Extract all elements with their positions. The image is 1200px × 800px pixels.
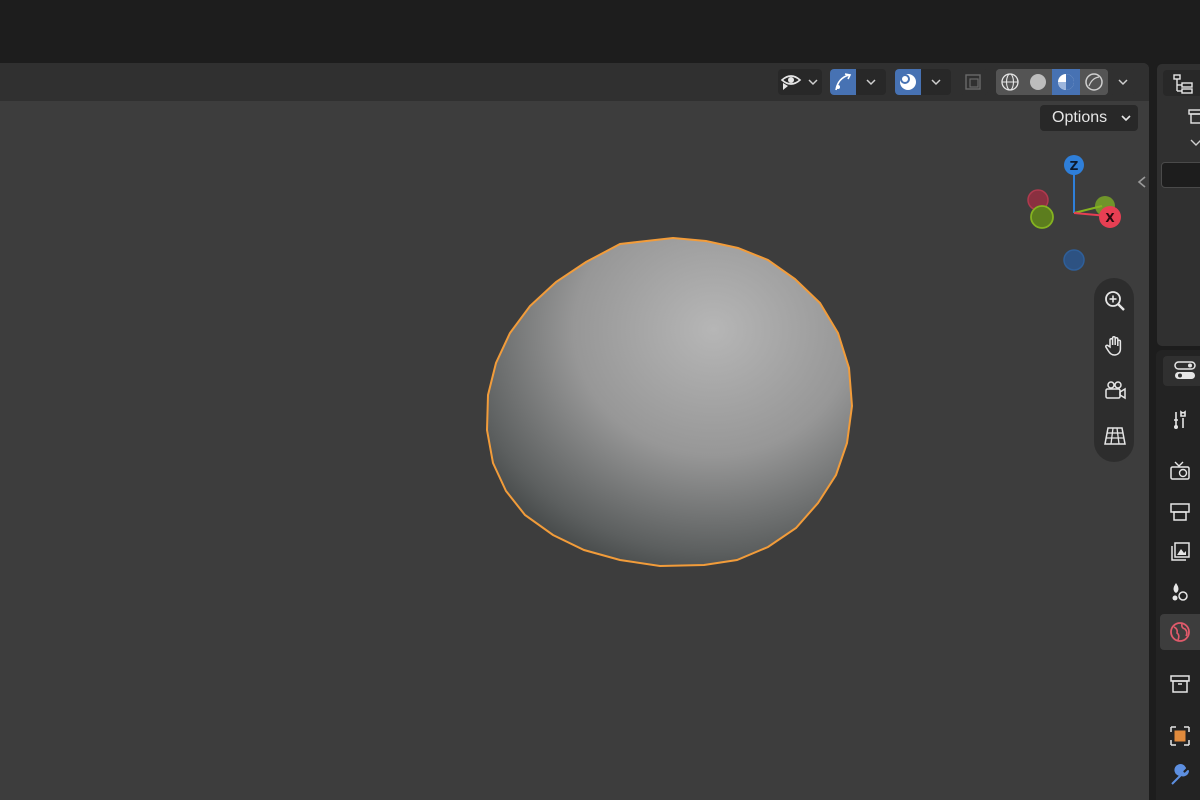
outliner-icon [1173, 74, 1193, 94]
scene-icon[interactable] [1160, 574, 1200, 610]
navigation-bar [1094, 278, 1134, 462]
sidebar-toggle-icon[interactable] [1135, 173, 1149, 195]
options-dropdown[interactable]: Options [1040, 105, 1138, 131]
zoom-icon[interactable] [1102, 288, 1128, 314]
negative-y-handle[interactable] [1030, 205, 1054, 229]
chevron-down-icon [1120, 110, 1132, 131]
tool-icon[interactable] [1160, 402, 1200, 438]
outliner-search-input[interactable] [1161, 162, 1200, 188]
toggle-icon [1174, 361, 1196, 379]
view-layer-icon[interactable] [1160, 534, 1200, 570]
3d-viewport[interactable]: Z X Options [0, 63, 1149, 800]
options-label: Options [1052, 109, 1108, 126]
world-icon[interactable] [1160, 614, 1200, 650]
object-icon[interactable] [1160, 718, 1200, 754]
properties-editor-type-button[interactable] [1163, 356, 1200, 386]
hand-pan-icon[interactable] [1102, 333, 1128, 359]
ortho-grid-icon[interactable] [1102, 423, 1128, 449]
render-icon[interactable] [1160, 453, 1200, 489]
outliner-panel [1156, 63, 1200, 347]
filter-icon[interactable] [1187, 106, 1200, 126]
selection-outline [485, 236, 854, 568]
x-axis-label: X [1105, 211, 1115, 225]
negative-z-handle[interactable] [1063, 249, 1085, 271]
sphere-object[interactable] [0, 63, 1149, 800]
camera-icon[interactable] [1102, 378, 1128, 404]
outliner-editor-type-button[interactable] [1163, 70, 1200, 96]
axis-gizmo[interactable]: Z X [1020, 149, 1130, 277]
modifier-icon[interactable] [1160, 758, 1200, 794]
z-axis-label: Z [1070, 159, 1079, 173]
top-bar [0, 0, 1200, 62]
chevron-down-icon[interactable] [1189, 138, 1200, 148]
collection-icon[interactable] [1160, 666, 1200, 702]
output-icon[interactable] [1160, 494, 1200, 530]
